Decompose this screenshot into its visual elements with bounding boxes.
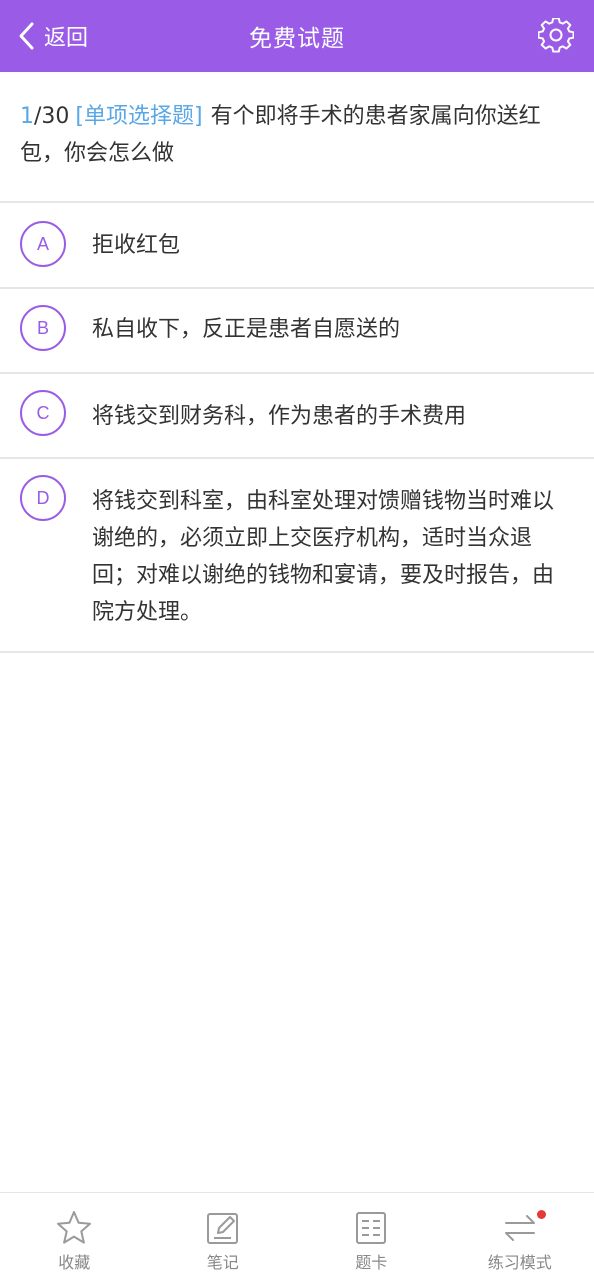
option-text: 将钱交到财务科，作为患者的手术费用 (92, 404, 467, 429)
option-b[interactable]: B 私自收下，反正是患者自愿送的 (0, 289, 594, 373)
star-icon (57, 1211, 92, 1244)
option-a[interactable]: A 拒收红包 (0, 203, 594, 287)
option-text: 拒收红包 (92, 233, 181, 258)
notes-tab[interactable]: 笔记 (149, 1193, 298, 1280)
option-letter-badge: D (20, 475, 66, 521)
practice-mode-tab[interactable]: 练习模式 (446, 1193, 594, 1280)
divider (0, 651, 594, 653)
practice-mode-label: 练习模式 (487, 1253, 552, 1272)
gear-icon[interactable] (538, 18, 574, 54)
question-type: [单项选择题] (75, 104, 203, 129)
option-c[interactable]: C 将钱交到财务科，作为患者的手术费用 (0, 374, 594, 458)
notification-dot (536, 1210, 546, 1219)
option-letter-badge: B (20, 305, 66, 351)
back-label: 返回 (44, 26, 89, 51)
favorite-label: 收藏 (58, 1253, 91, 1272)
question-index: 1 (20, 104, 34, 129)
bottom-nav: 收藏 笔记 题卡 练习模式 (0, 1192, 594, 1280)
back-button[interactable]: 返回 (16, 0, 88, 72)
notes-label: 笔记 (206, 1253, 239, 1272)
question-total: /30 (34, 104, 70, 129)
answer-card-label: 题卡 (355, 1253, 388, 1272)
option-letter-badge: A (20, 221, 66, 267)
top-bar: 返回 免费试题 (0, 0, 594, 72)
list-card-icon (356, 1212, 387, 1244)
switch-arrows-icon (504, 1215, 535, 1241)
chevron-left-icon (19, 22, 34, 50)
favorite-tab[interactable]: 收藏 (0, 1193, 149, 1280)
option-text: 私自收下，反正是患者自愿送的 (92, 317, 401, 342)
question-stem: 1/30 [单项选择题] 有个即将手术的患者家属向你送红包，你会怎么做 (0, 72, 594, 202)
edit-note-icon (206, 1213, 238, 1244)
option-text: 将钱交到科室，由科室处理对馈赠钱物当时难以谢绝的，必须立即上交医疗机构，适时当众… (92, 489, 555, 625)
answer-card-tab[interactable]: 题卡 (297, 1193, 446, 1280)
option-letter-badge: C (20, 390, 66, 436)
option-d[interactable]: D 将钱交到科室，由科室处理对馈赠钱物当时难以谢绝的，必须立即上交医疗机构，适时… (0, 459, 594, 651)
page-title: 免费试题 (249, 26, 345, 52)
